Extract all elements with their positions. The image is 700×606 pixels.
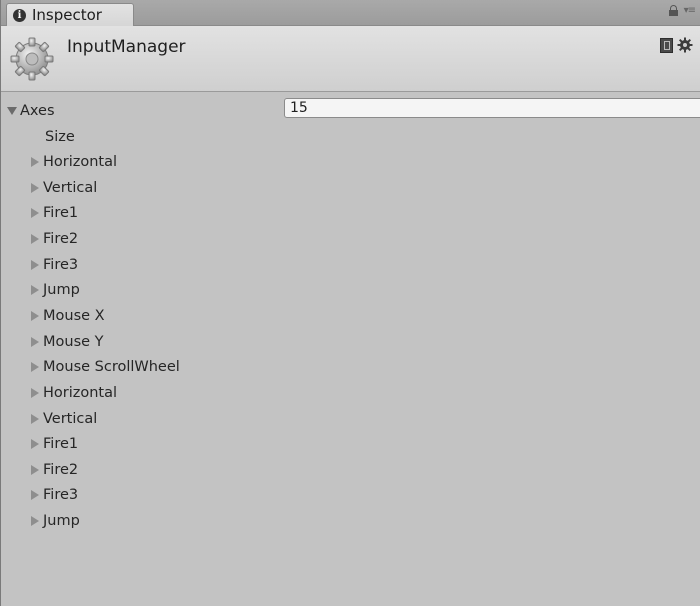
collapsed-arrow-icon (31, 362, 39, 373)
axis-item[interactable]: Horizontal (31, 151, 117, 173)
collapsed-arrow-icon (31, 464, 39, 475)
tab-inspector[interactable]: i Inspector (6, 3, 134, 26)
axis-item[interactable]: Mouse ScrollWheel (31, 356, 180, 378)
axis-item-label: Mouse ScrollWheel (43, 359, 180, 376)
axis-item-label: Fire3 (43, 256, 79, 273)
component-header: InputManager (1, 26, 700, 92)
axes-foldout[interactable]: Axes (7, 100, 55, 122)
axis-item[interactable]: Jump (31, 510, 80, 532)
axis-item[interactable]: Vertical (31, 177, 97, 199)
axis-item-label: Jump (43, 513, 80, 530)
gear-icon[interactable] (677, 37, 693, 53)
collapsed-arrow-icon (31, 413, 39, 424)
axis-item[interactable]: Mouse X (31, 305, 105, 327)
collapsed-arrow-icon (31, 490, 39, 501)
lock-icon[interactable] (668, 5, 678, 16)
axis-item[interactable]: Mouse Y (31, 331, 104, 353)
collapsed-arrow-icon (31, 310, 39, 321)
axes-label: Axes (20, 103, 55, 119)
axis-item-label: Fire1 (43, 205, 79, 222)
tab-bar: i Inspector ▾≡ (1, 0, 700, 26)
tab-controls: ▾≡ (668, 5, 696, 16)
tab-label: Inspector (32, 6, 102, 24)
axis-item-label: Fire1 (43, 436, 79, 453)
inspector-window: i Inspector ▾≡ InputManager Axes Size 15… (0, 0, 700, 606)
axis-item-label: Horizontal (43, 384, 118, 401)
axis-item-label: Fire3 (43, 487, 79, 504)
collapsed-arrow-icon (31, 336, 39, 347)
collapsed-arrow-icon (31, 208, 39, 219)
collapsed-arrow-icon (31, 439, 39, 450)
header-icons (660, 37, 693, 53)
axis-item-label: Vertical (43, 179, 98, 196)
size-row: Size (45, 126, 75, 148)
axis-item[interactable]: Fire2 (31, 228, 78, 250)
collapsed-arrow-icon (31, 259, 39, 270)
help-book-icon[interactable] (660, 37, 673, 53)
axis-item-label: Mouse Y (43, 333, 104, 350)
gear-icon (10, 37, 54, 81)
axis-item-label: Fire2 (43, 230, 79, 247)
size-input[interactable]: 15 (284, 98, 700, 118)
axis-item-label: Horizontal (43, 154, 118, 170)
expanded-arrow-icon (7, 107, 17, 115)
axis-item[interactable]: Fire3 (31, 254, 78, 276)
size-label: Size (45, 129, 75, 145)
panel-menu-icon[interactable]: ▾≡ (684, 5, 696, 16)
axis-item-label: Mouse X (43, 307, 105, 324)
collapsed-arrow-icon (31, 182, 39, 193)
collapsed-arrow-icon (31, 233, 39, 244)
axis-item[interactable]: Fire1 (31, 202, 78, 224)
axis-item-label: Jump (43, 282, 80, 299)
info-icon: i (13, 8, 26, 22)
component-title: InputManager (67, 37, 186, 57)
axis-item-label: Vertical (43, 410, 98, 427)
axis-item-label: Fire2 (43, 461, 79, 478)
axis-item[interactable]: Fire2 (31, 459, 78, 481)
axis-item[interactable]: Vertical (31, 408, 97, 430)
inspector-content: Axes Size 15 Horizontal Vertical Fire1 Fire… (1, 92, 700, 606)
collapsed-arrow-icon (31, 285, 39, 296)
axis-item[interactable]: Fire1 (31, 433, 78, 455)
collapsed-arrow-icon (31, 387, 39, 398)
collapsed-arrow-icon (31, 516, 39, 527)
axis-item[interactable]: Horizontal (31, 382, 117, 404)
axis-item[interactable]: Fire3 (31, 484, 78, 506)
collapsed-arrow-icon (31, 157, 39, 167)
axis-item[interactable]: Jump (31, 279, 80, 301)
